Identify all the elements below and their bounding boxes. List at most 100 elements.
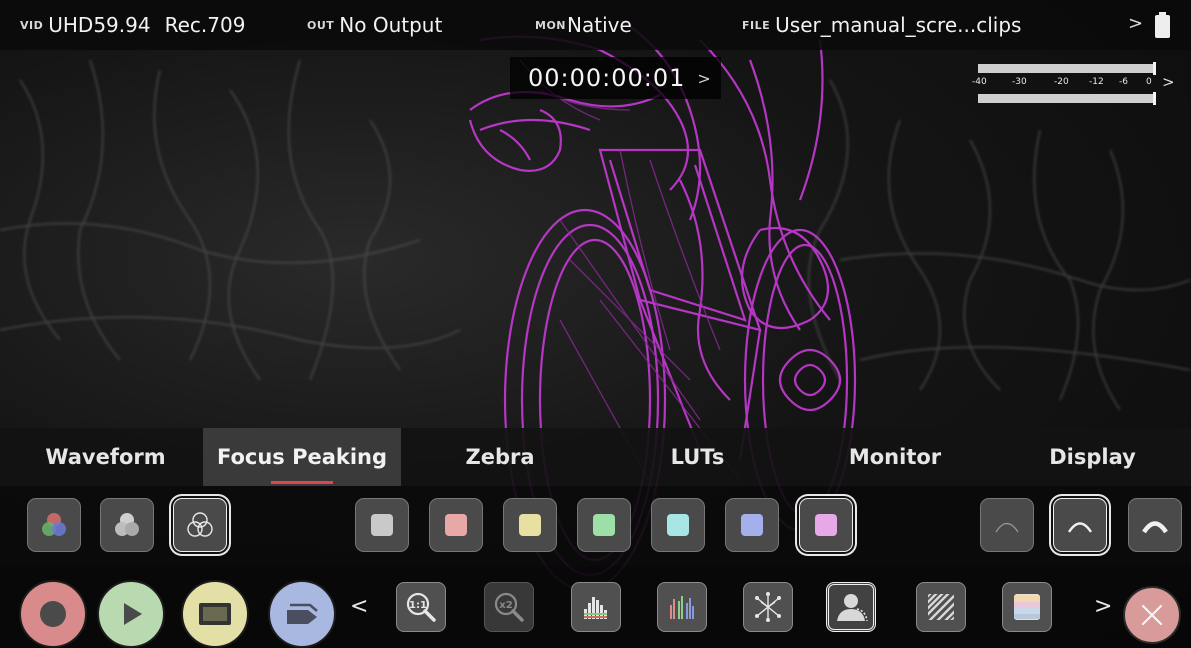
tab-focus-peaking[interactable]: Focus Peaking	[203, 428, 401, 486]
false-color-icon	[1014, 594, 1040, 620]
video-colorspace: Rec.709	[164, 13, 246, 37]
output-tag: OUT	[307, 18, 335, 32]
tab-luts[interactable]: LUTs	[640, 428, 755, 486]
zoom-x2-button[interactable]: x2	[484, 582, 534, 632]
peaking-color-white-button[interactable]	[355, 498, 409, 552]
play-button[interactable]	[97, 580, 165, 648]
audio-meter-scale: -40 -30 -20 -12 -6 0	[970, 77, 1160, 89]
mode-color-button[interactable]	[27, 498, 81, 552]
record-button[interactable]	[19, 580, 87, 648]
tab-label: Monitor	[848, 445, 942, 469]
rgb-circles-color-icon	[42, 513, 66, 536]
mode-outline-button[interactable]	[173, 498, 227, 552]
monitor-tag: MON	[535, 18, 567, 32]
outline-circles-icon	[187, 512, 213, 537]
zoom-1to1-button[interactable]: 1:1	[396, 582, 446, 632]
file-name: User_manual_scre...clips	[775, 13, 1022, 37]
zebra-stripes-icon	[928, 594, 954, 620]
audio-scale-label: -12	[1089, 77, 1104, 87]
tab-label: Zebra	[465, 445, 535, 469]
audio-meter-channel-2	[978, 92, 1156, 105]
peaking-color-green-button[interactable]	[577, 498, 631, 552]
timecode-value: 00:00:00:01	[528, 64, 686, 92]
peaking-color-magenta-button[interactable]	[799, 498, 853, 552]
play-icon	[124, 603, 142, 625]
audio-scale-label: -20	[1054, 77, 1069, 87]
monitor-mode-button[interactable]	[181, 580, 249, 648]
peaking-color-cyan-button[interactable]	[651, 498, 705, 552]
peaking-color-yellow-button[interactable]	[503, 498, 557, 552]
audio-meter[interactable]: -40 -30 -20 -12 -6 0 >	[970, 60, 1180, 108]
tab-monitor[interactable]: Monitor	[830, 428, 960, 486]
arc-medium-icon	[1067, 522, 1093, 533]
monitor-indicator[interactable]: MON Native	[535, 0, 632, 50]
audio-scale-label: 0	[1146, 77, 1152, 87]
record-icon	[40, 601, 66, 627]
color-swatch	[667, 514, 689, 536]
focus-peaking-person-icon	[837, 594, 868, 622]
svg-text:x2: x2	[499, 600, 512, 611]
audio-meter-chevron-icon: >	[1162, 73, 1175, 91]
timecode-chevron-icon: >	[697, 68, 711, 88]
tab-display[interactable]: Display	[1030, 428, 1155, 486]
rgb-parade-icon	[670, 596, 694, 619]
color-swatch	[371, 514, 393, 536]
tab-label: Waveform	[45, 445, 166, 469]
tag-icon	[287, 603, 318, 624]
zoom-x2-icon: x2	[494, 592, 524, 622]
tab-label: LUTs	[670, 445, 725, 469]
tools-tab-bar: Waveform Focus Peaking Zebra LUTs Monito…	[0, 428, 1191, 486]
arc-thin-icon	[995, 522, 1019, 533]
monitor-value: Native	[567, 13, 632, 37]
output-indicator[interactable]: OUT No Output	[307, 0, 442, 50]
vectorscope-icon	[755, 592, 781, 622]
tag-button[interactable]	[268, 580, 336, 648]
sensitivity-low-button[interactable]	[980, 498, 1034, 552]
audio-scale-label: -40	[972, 77, 987, 87]
false-color-button[interactable]	[1002, 582, 1052, 632]
video-tag: VID	[20, 18, 44, 32]
sensitivity-high-button[interactable]	[1128, 498, 1182, 552]
close-button[interactable]	[1123, 586, 1181, 644]
rgb-parade-button[interactable]	[657, 582, 707, 632]
color-swatch	[815, 514, 837, 536]
svg-text:1:1: 1:1	[409, 600, 427, 611]
tab-label: Display	[1049, 445, 1136, 469]
color-swatch	[445, 514, 467, 536]
zoom-1to1-icon: 1:1	[406, 592, 436, 622]
file-tag: FILE	[742, 18, 771, 32]
color-swatch	[519, 514, 541, 536]
arc-thick-icon	[1142, 521, 1168, 534]
audio-scale-label: -6	[1119, 77, 1128, 87]
zebra-button[interactable]	[916, 582, 966, 632]
sensitivity-medium-button[interactable]	[1053, 498, 1107, 552]
peaking-color-blue-button[interactable]	[725, 498, 779, 552]
color-swatch	[593, 514, 615, 536]
tab-zebra[interactable]: Zebra	[440, 428, 560, 486]
close-icon	[1141, 604, 1163, 626]
timecode-display[interactable]: 00:00:00:01 >	[510, 57, 721, 99]
vectorscope-button[interactable]	[743, 582, 793, 632]
tab-waveform[interactable]: Waveform	[28, 428, 183, 486]
color-swatch	[741, 514, 763, 536]
toolbar-prev-chevron-icon[interactable]: <	[350, 594, 368, 619]
monitor-mode-icon	[199, 603, 231, 625]
audio-scale-label: -30	[1012, 77, 1027, 87]
focus-peaking-button[interactable]	[826, 582, 876, 632]
mode-mono-button[interactable]	[100, 498, 154, 552]
video-format: UHD59.94	[48, 13, 151, 37]
file-indicator[interactable]: FILE User_manual_scre...clips	[742, 0, 1021, 50]
rgb-circles-gray-icon	[115, 513, 139, 536]
tab-label: Focus Peaking	[216, 445, 388, 469]
status-more-chevron-icon[interactable]: >	[1128, 13, 1143, 34]
output-value: No Output	[339, 13, 443, 37]
status-bar: VID UHD59.94 Rec.709 OUT No Output MON N…	[0, 0, 1191, 50]
peaking-color-red-button[interactable]	[429, 498, 483, 552]
toolbar-next-chevron-icon[interactable]: >	[1094, 594, 1112, 619]
video-format-indicator[interactable]: VID UHD59.94 Rec.709	[20, 0, 245, 50]
battery-icon	[1155, 12, 1170, 38]
histogram-button[interactable]	[571, 582, 621, 632]
active-tab-underline	[271, 481, 333, 484]
audio-meter-channel-1	[978, 62, 1156, 75]
bottom-toolbar: < 1:1 x2 >	[0, 566, 1191, 648]
